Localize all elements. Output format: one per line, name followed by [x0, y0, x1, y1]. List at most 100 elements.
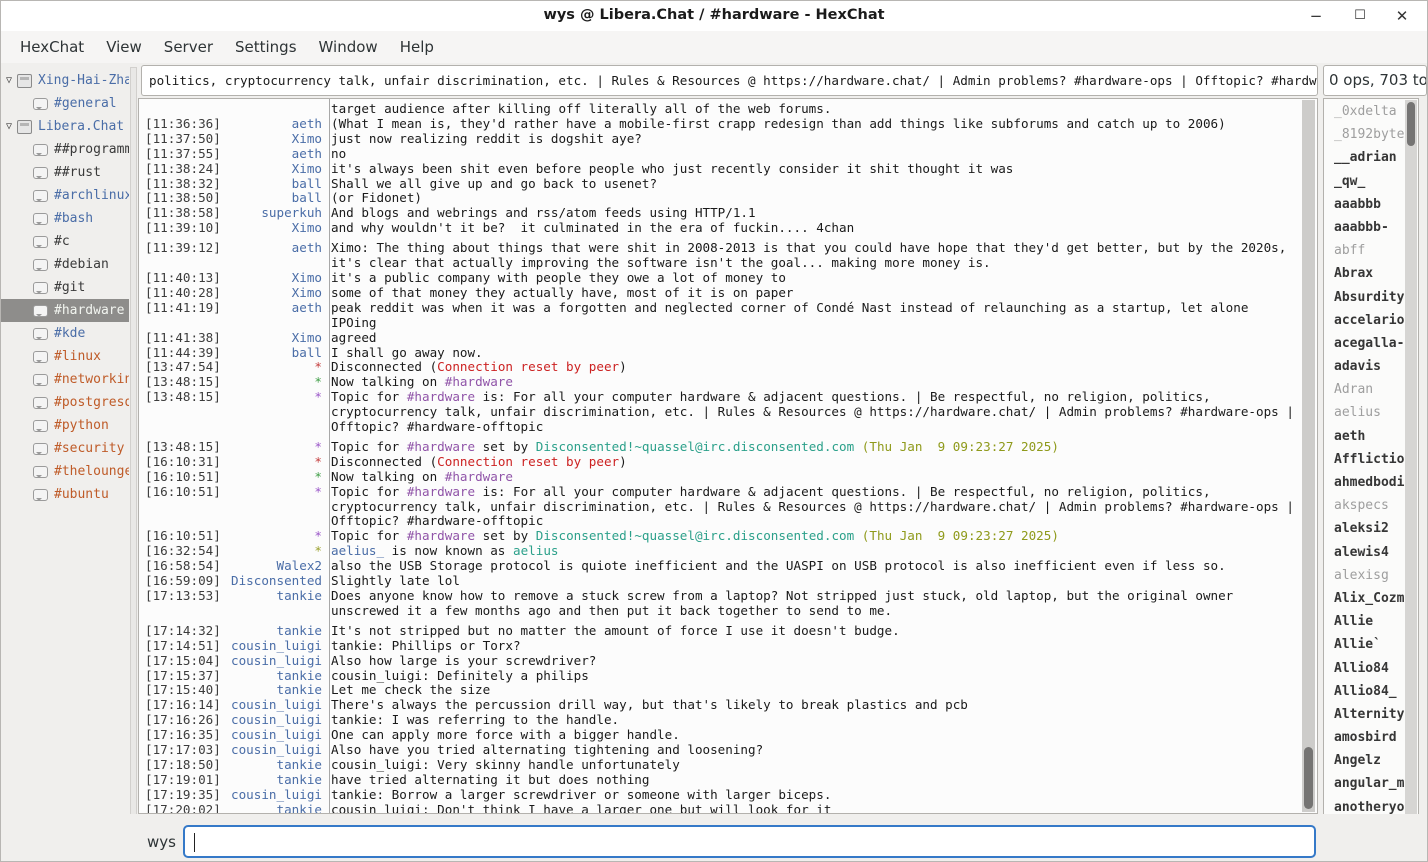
message-nick[interactable]: cousin_luigi — [223, 788, 322, 803]
message-nick[interactable]: tankie — [223, 803, 322, 814]
user-list-item-accelario[interactable]: accelario — [1324, 309, 1405, 332]
message-nick[interactable]: superkuh — [223, 206, 322, 221]
tree-item-libera-chat[interactable]: ▽Libera.Chat — [1, 115, 129, 138]
userlist-scrollbar-thumb[interactable] — [1407, 102, 1415, 146]
user-list-item-alewis4[interactable]: alewis4 — [1324, 541, 1405, 564]
user-list-item-allio84[interactable]: Allio84_ — [1324, 680, 1405, 703]
message-nick[interactable]: cousin_luigi — [223, 743, 322, 758]
message-nick[interactable]: ball — [223, 346, 322, 361]
expander-icon[interactable]: ▽ — [1, 121, 17, 132]
tree-scrollbar[interactable] — [130, 67, 137, 857]
tree-item-programming[interactable]: ##programming — [1, 138, 129, 161]
user-list-item-aaabbb[interactable]: aaabbb- — [1324, 216, 1405, 239]
message-nick[interactable]: tankie — [223, 683, 322, 698]
close-button[interactable]: ✕ — [1387, 4, 1417, 28]
user-list-item-ahmedbodi[interactable]: ahmedbodi — [1324, 471, 1405, 494]
user-list-item-angular-m[interactable]: angular_m — [1324, 772, 1405, 795]
menu-item-view[interactable]: View — [95, 34, 153, 60]
message-nick[interactable]: aeth — [223, 147, 322, 162]
message-nick[interactable]: Disconsented — [223, 574, 322, 589]
user-list-item-aleksi2[interactable]: aleksi2 — [1324, 517, 1405, 540]
tree-item-git[interactable]: #git — [1, 276, 129, 299]
own-nick-label[interactable]: wys — [147, 833, 176, 851]
menu-item-window[interactable]: Window — [308, 34, 389, 60]
user-list-item-angelz[interactable]: Angelz — [1324, 749, 1405, 772]
user-list-item-absurdity[interactable]: Absurdity — [1324, 286, 1405, 309]
user-list-item-afflictio[interactable]: Afflictio — [1324, 448, 1405, 471]
tree-item-postgresql[interactable]: #postgresql — [1, 391, 129, 414]
user-list-item-aeth[interactable]: aeth — [1324, 425, 1405, 448]
tree-item-hardware[interactable]: #hardware — [1, 299, 129, 322]
message-nick[interactable]: cousin_luigi — [223, 728, 322, 743]
user-list-item-allie[interactable]: Allie` — [1324, 633, 1405, 656]
message-nick[interactable]: Walex2 — [223, 559, 322, 574]
user-list-item-0xdelta[interactable]: _0xdelta — [1324, 100, 1405, 123]
expander-icon[interactable]: ▽ — [1, 75, 17, 86]
user-list-item-acegalla[interactable]: acegalla- — [1324, 332, 1405, 355]
message-nick[interactable]: Ximo — [223, 221, 322, 236]
minimize-button[interactable]: − — [1301, 4, 1331, 28]
message-nick[interactable]: tankie — [223, 624, 322, 639]
user-list-item-aaabbb[interactable]: aaabbb — [1324, 193, 1405, 216]
message-nick[interactable]: Ximo — [223, 162, 322, 177]
message-nick[interactable]: tankie — [223, 758, 322, 773]
message-nick[interactable]: cousin_luigi — [223, 698, 322, 713]
tree-item-bash[interactable]: #bash — [1, 207, 129, 230]
tree-item-python[interactable]: #python — [1, 414, 129, 437]
message-nick[interactable]: tankie — [223, 669, 322, 684]
user-list-item-aelius[interactable]: aelius — [1324, 401, 1405, 424]
tree-item-thelounge[interactable]: #thelounge — [1, 460, 129, 483]
tree-item-label: #thelounge — [54, 464, 129, 479]
chat-scrollbar[interactable] — [1302, 100, 1315, 812]
user-list-item-amosbird[interactable]: amosbird — [1324, 726, 1405, 749]
message-nick[interactable]: ball — [223, 191, 322, 206]
menu-item-hexchat[interactable]: HexChat — [9, 34, 95, 60]
message-nick[interactable]: cousin_luigi — [223, 654, 322, 669]
message-nick[interactable]: aeth — [223, 117, 322, 132]
message-nick[interactable]: tankie — [223, 589, 322, 619]
user-list-item-alexisg[interactable]: alexisg — [1324, 564, 1405, 587]
message-nick[interactable]: Ximo — [223, 132, 322, 147]
user-list-item-adavis[interactable]: adavis — [1324, 355, 1405, 378]
user-list-item-allio84[interactable]: Allio84 — [1324, 657, 1405, 680]
user-list-item-alternity[interactable]: Alternity — [1324, 703, 1405, 726]
user-list-item-allie[interactable]: Allie — [1324, 610, 1405, 633]
user-list-item-abrax[interactable]: Abrax — [1324, 262, 1405, 285]
tree-item-security[interactable]: #security — [1, 437, 129, 460]
menu-item-help[interactable]: Help — [389, 34, 445, 60]
chat-scrollbar-thumb[interactable] — [1304, 747, 1313, 809]
tree-item-debian[interactable]: #debian — [1, 253, 129, 276]
user-list-item-qw[interactable]: _qw_ — [1324, 170, 1405, 193]
menu-item-settings[interactable]: Settings — [224, 34, 308, 60]
tree-item-networking[interactable]: #networking — [1, 368, 129, 391]
message-nick[interactable]: tankie — [223, 773, 322, 788]
tree-item-rust[interactable]: ##rust — [1, 161, 129, 184]
message-nick[interactable]: cousin_luigi — [223, 713, 322, 728]
message-input[interactable] — [183, 825, 1316, 858]
tree-item-linux[interactable]: #linux — [1, 345, 129, 368]
tree-item-general[interactable]: #general — [1, 92, 129, 115]
message-nick[interactable]: aeth — [223, 301, 322, 331]
topic-input[interactable]: politics, cryptocurrency talk, unfair di… — [141, 65, 1318, 96]
userlist-scrollbar[interactable] — [1405, 100, 1417, 839]
user-list-item-adrian[interactable]: __adrian — [1324, 146, 1405, 169]
message-nick[interactable]: Ximo — [223, 331, 322, 346]
message-text: and why wouldn't it be? it culminated in… — [322, 221, 1299, 236]
tree-item-xing-hai-zhan[interactable]: ▽Xing-Hai-Zhan — [1, 69, 129, 92]
user-list-item-akspecs[interactable]: akspecs — [1324, 494, 1405, 517]
user-list-item-abff[interactable]: abff — [1324, 239, 1405, 262]
message-nick[interactable]: aeth — [223, 241, 322, 271]
menu-item-server[interactable]: Server — [153, 34, 224, 60]
message-nick[interactable]: ball — [223, 177, 322, 192]
user-list-item-8192byte[interactable]: _8192byte — [1324, 123, 1405, 146]
tree-item-ubuntu[interactable]: #ubuntu — [1, 483, 129, 506]
tree-item-archlinux[interactable]: #archlinux — [1, 184, 129, 207]
user-list-item-adran[interactable]: Adran — [1324, 378, 1405, 401]
message-nick[interactable]: cousin_luigi — [223, 639, 322, 654]
tree-item-kde[interactable]: #kde — [1, 322, 129, 345]
user-list-item-alix-cozm[interactable]: Alix_Cozm — [1324, 587, 1405, 610]
tree-item-c[interactable]: #c — [1, 230, 129, 253]
message-nick[interactable]: Ximo — [223, 271, 322, 286]
maximize-button[interactable]: ☐ — [1345, 4, 1375, 28]
message-nick[interactable]: Ximo — [223, 286, 322, 301]
